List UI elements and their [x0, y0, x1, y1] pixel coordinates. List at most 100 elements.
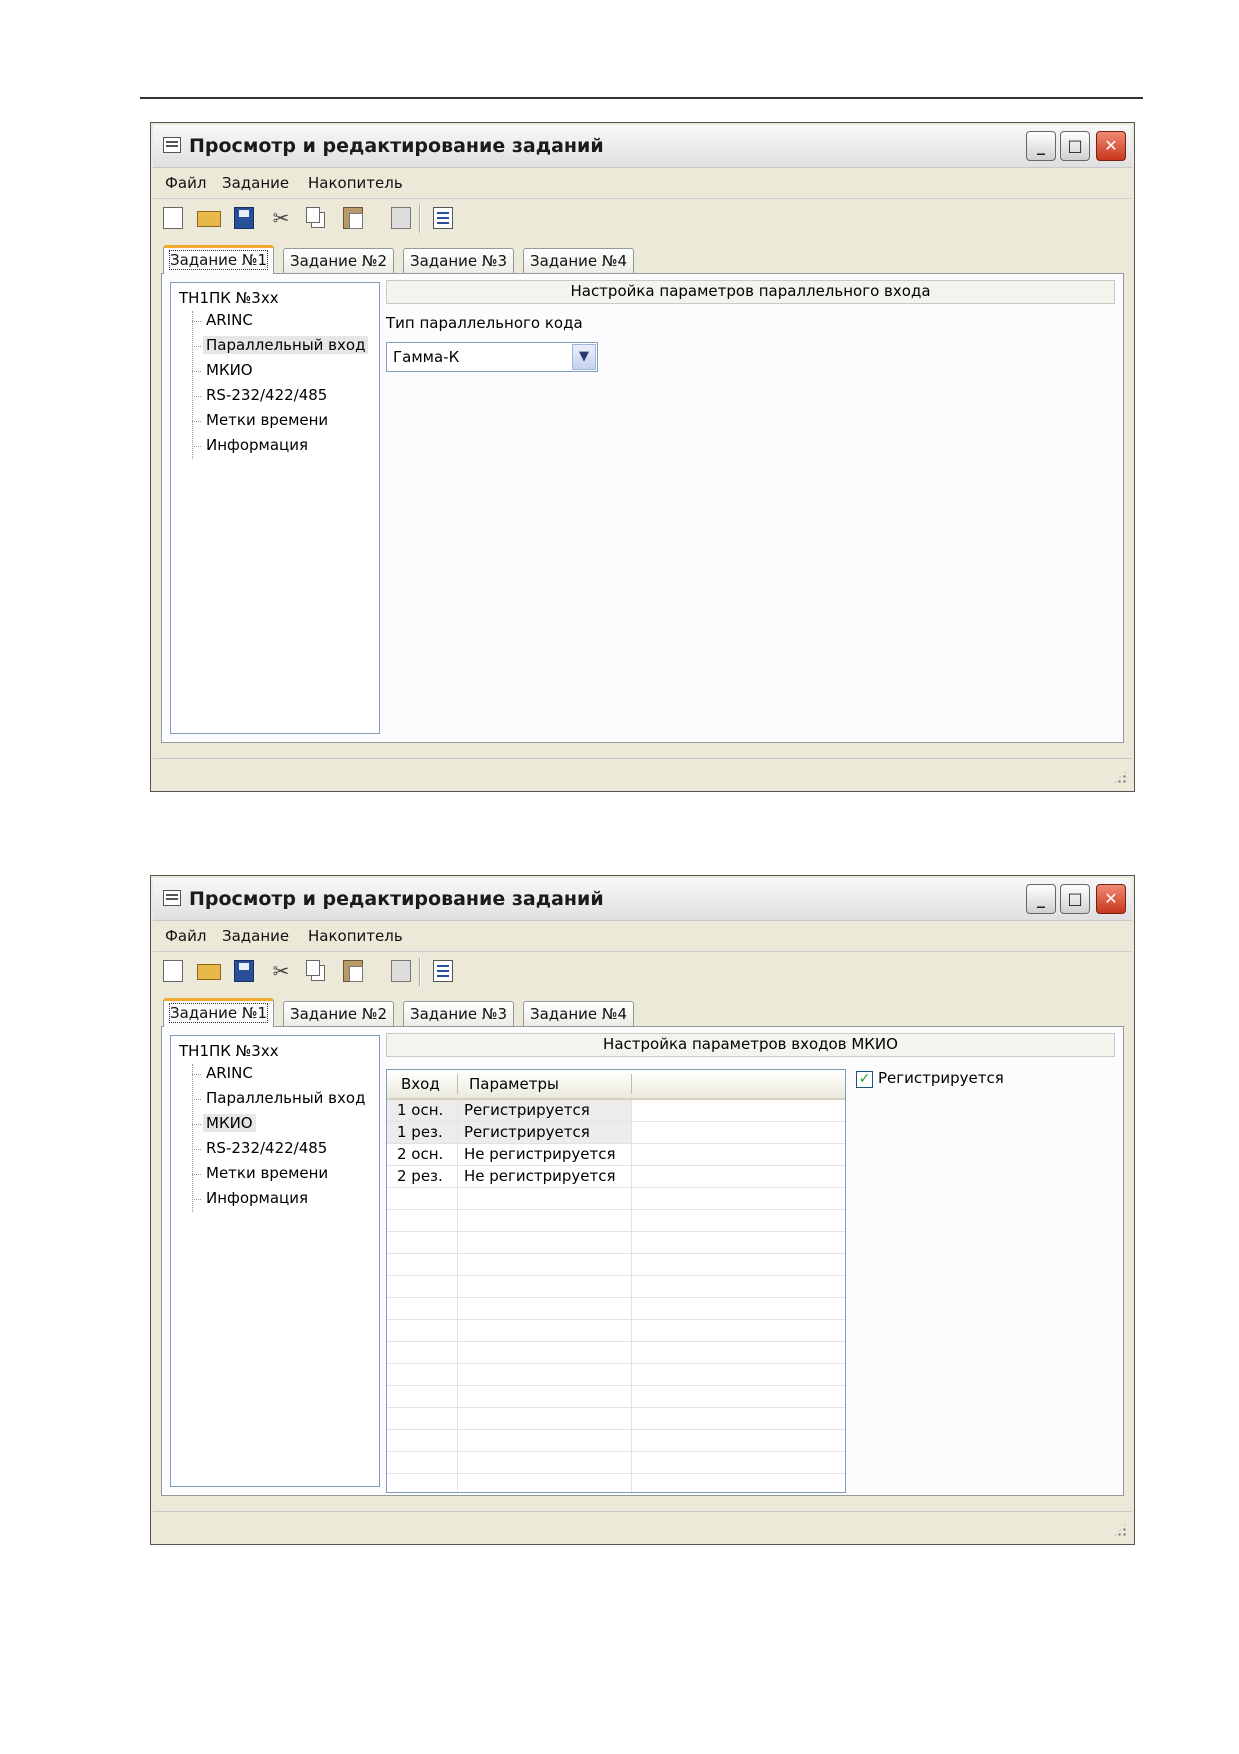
toolbar-separator — [419, 958, 421, 986]
open-folder-icon[interactable] — [197, 211, 221, 227]
title-bar[interactable]: Просмотр и редактирование заданий _ □ ✕ — [153, 878, 1132, 921]
copy-icon[interactable] — [306, 960, 320, 976]
new-document-icon[interactable] — [163, 207, 183, 229]
tab-task-3[interactable]: Задание №3 — [403, 248, 515, 273]
resize-grip-icon[interactable] — [1112, 1522, 1128, 1538]
tree-connector — [192, 311, 193, 459]
tree-connector — [192, 1064, 193, 1212]
minimize-button[interactable]: _ — [1026, 131, 1056, 161]
close-button[interactable]: ✕ — [1096, 131, 1126, 161]
menu-task[interactable]: Задание — [222, 927, 289, 945]
task-editor-window-parallel: Просмотр и редактирование заданий _ □ ✕ … — [150, 122, 1135, 792]
new-document-icon[interactable] — [163, 960, 183, 982]
tree-item-arinc[interactable]: ARINC — [192, 311, 256, 329]
save-icon[interactable] — [234, 207, 254, 229]
tree-item-mkio[interactable]: МКИО — [192, 361, 256, 379]
table-row[interactable]: 2 рез. Не регистрируется — [387, 1166, 845, 1188]
task-editor-window-mkio: Просмотр и редактирование заданий _ □ ✕ … — [150, 875, 1135, 1545]
tree-item-mkio[interactable]: МКИО — [192, 1114, 256, 1132]
settings-content: Настройка параметров входов МКИО Вход Па… — [384, 1033, 1115, 1493]
cut-icon[interactable]: ✂ — [271, 207, 291, 229]
column-divider[interactable] — [631, 1074, 632, 1094]
cut-icon[interactable]: ✂ — [271, 960, 291, 982]
menu-storage[interactable]: Накопитель — [308, 927, 403, 945]
menu-file[interactable]: Файл — [165, 927, 206, 945]
paste-icon[interactable] — [343, 960, 363, 982]
tree-root-device[interactable]: ТН1ПК №3xx — [179, 289, 279, 307]
toolbar: ✂ — [153, 199, 1132, 237]
register-checkbox-label[interactable]: Регистрируется — [878, 1069, 1004, 1087]
status-bar — [153, 1511, 1132, 1542]
menu-bar: Файл Задание Накопитель — [153, 921, 1132, 952]
tree-item-rs232[interactable]: RS-232/422/485 — [191, 1139, 330, 1157]
resize-grip-icon[interactable] — [1112, 769, 1128, 785]
cell-input: 2 рез. — [397, 1167, 443, 1185]
column-divider[interactable] — [457, 1074, 458, 1094]
title-bar[interactable]: Просмотр и редактирование заданий _ □ ✕ — [153, 125, 1132, 168]
tab-task-1[interactable]: Задание №1 — [163, 998, 275, 1027]
device-tree[interactable]: ТН1ПК №3xx ARINC Параллельный вход МКИО … — [170, 282, 380, 734]
maximize-button[interactable]: □ — [1060, 884, 1090, 914]
cell-input: 2 осн. — [397, 1145, 444, 1163]
maximize-button[interactable]: □ — [1060, 131, 1090, 161]
table-body: 1 осн. Регистрируется 1 рез. Регистрируе… — [387, 1100, 845, 1492]
tree-item-parallel-input[interactable]: Параллельный вход — [191, 1089, 368, 1107]
open-folder-icon[interactable] — [197, 964, 221, 980]
properties-icon[interactable] — [433, 960, 453, 982]
tab-task-4[interactable]: Задание №4 — [523, 1001, 635, 1026]
tab-task-3[interactable]: Задание №3 — [403, 1001, 515, 1026]
register-checkbox[interactable]: ✓ — [856, 1071, 873, 1088]
app-window-icon — [163, 137, 181, 153]
minimize-button[interactable]: _ — [1026, 884, 1056, 914]
delete-icon[interactable] — [391, 207, 411, 229]
table-row[interactable]: 1 осн. Регистрируется — [387, 1100, 845, 1122]
panel-header: Настройка параметров параллельного входа — [386, 280, 1115, 304]
save-icon[interactable] — [234, 960, 254, 982]
page-top-rule — [140, 97, 1143, 99]
copy-icon[interactable] — [306, 207, 320, 223]
code-type-label: Тип параллельного кода — [386, 314, 583, 332]
cell-params: Регистрируется — [458, 1100, 631, 1121]
mkio-inputs-table[interactable]: Вход Параметры 1 осн. Регистрируется 1 р… — [386, 1069, 846, 1493]
tab-task-4[interactable]: Задание №4 — [523, 248, 635, 273]
menu-file[interactable]: Файл — [165, 174, 206, 192]
menu-task[interactable]: Задание — [222, 174, 289, 192]
tree-root-device[interactable]: ТН1ПК №3xx — [179, 1042, 279, 1060]
tree-item-timestamps[interactable]: Метки времени — [191, 411, 331, 429]
table-row[interactable]: 2 осн. Не регистрируется — [387, 1144, 845, 1166]
delete-icon[interactable] — [391, 960, 411, 982]
device-tree[interactable]: ТН1ПК №3xx ARINC Параллельный вход МКИО … — [170, 1035, 380, 1487]
code-type-value: Гамма-К — [393, 348, 460, 366]
window-title: Просмотр и редактирование заданий — [189, 135, 604, 157]
cell-input: 1 рез. — [387, 1122, 457, 1143]
panel-header: Настройка параметров входов МКИО — [386, 1033, 1115, 1057]
paste-icon[interactable] — [343, 207, 363, 229]
toolbar: ✂ — [153, 952, 1132, 990]
menu-bar: Файл Задание Накопитель — [153, 168, 1132, 199]
close-button[interactable]: ✕ — [1096, 884, 1126, 914]
cell-input: 1 осн. — [387, 1100, 457, 1121]
tree-item-info[interactable]: Информация — [191, 1189, 311, 1207]
table-header: Вход Параметры — [387, 1070, 845, 1100]
tab-panel: ТН1ПК №3xx ARINC Параллельный вход МКИО … — [161, 1026, 1124, 1496]
column-header-params[interactable]: Параметры — [469, 1075, 559, 1093]
tab-task-2[interactable]: Задание №2 — [283, 1001, 395, 1026]
tab-task-2[interactable]: Задание №2 — [283, 248, 395, 273]
tree-item-rs232[interactable]: RS-232/422/485 — [191, 386, 330, 404]
menu-storage[interactable]: Накопитель — [308, 174, 403, 192]
column-header-input[interactable]: Вход — [401, 1075, 440, 1093]
chevron-down-icon[interactable]: ▼ — [572, 344, 596, 370]
tree-item-arinc[interactable]: ARINC — [192, 1064, 256, 1082]
cell-params: Не регистрируется — [464, 1145, 616, 1163]
table-row[interactable]: 1 рез. Регистрируется — [387, 1122, 845, 1144]
tree-item-parallel-input[interactable]: Параллельный вход — [191, 336, 369, 354]
properties-icon[interactable] — [433, 207, 453, 229]
tree-item-timestamps[interactable]: Метки времени — [191, 1164, 331, 1182]
cell-params: Не регистрируется — [464, 1167, 616, 1185]
cell-params: Регистрируется — [458, 1122, 631, 1143]
tree-item-info[interactable]: Информация — [191, 436, 311, 454]
tab-task-1[interactable]: Задание №1 — [163, 245, 275, 274]
status-bar — [153, 758, 1132, 789]
settings-content: Настройка параметров параллельного входа… — [384, 280, 1115, 734]
code-type-select[interactable]: Гамма-К ▼ — [386, 342, 598, 372]
